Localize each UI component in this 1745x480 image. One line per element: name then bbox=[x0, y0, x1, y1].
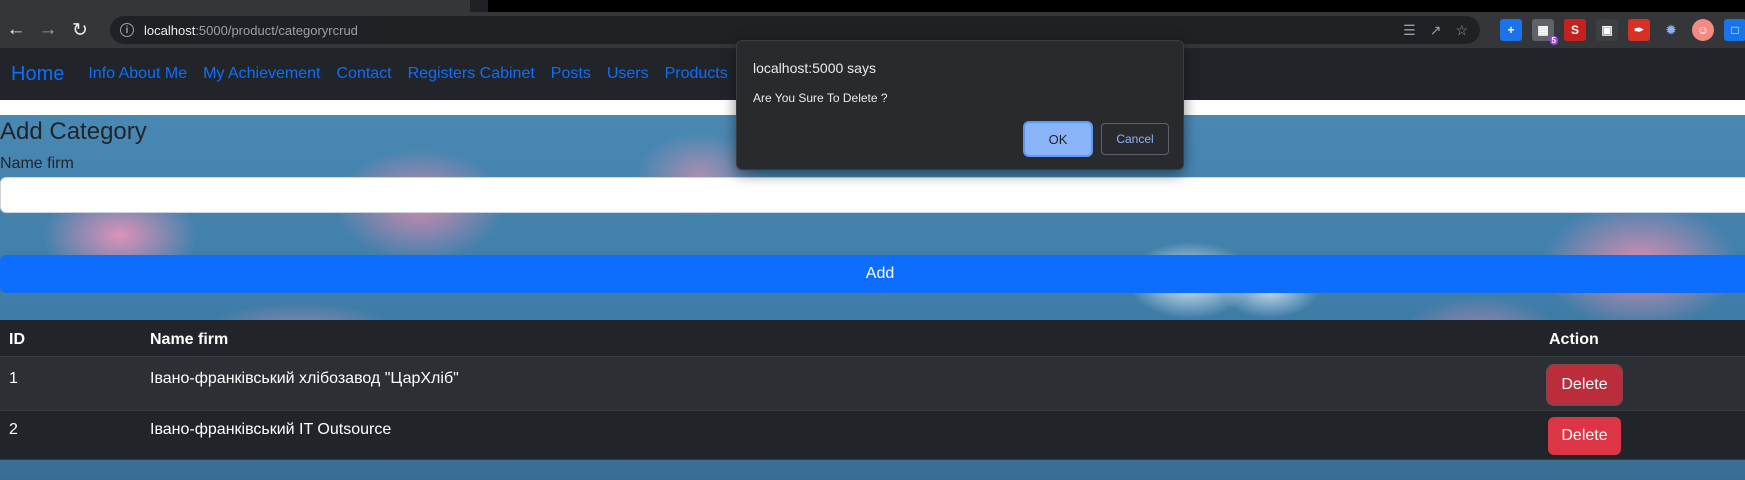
tab-strip bbox=[0, 0, 1745, 12]
extension-avatar-icon[interactable]: ☺ bbox=[1692, 19, 1714, 41]
nav-link-products[interactable]: Products bbox=[665, 65, 728, 83]
table-header-row: ID Name firm Action bbox=[0, 320, 1745, 357]
extension-s-icon[interactable]: S bbox=[1564, 19, 1586, 41]
share-icon[interactable]: ↗ bbox=[1430, 22, 1442, 39]
category-table: ID Name firm Action 1 Івано-франківський… bbox=[0, 320, 1745, 460]
page-title: Add Category bbox=[0, 118, 147, 145]
delete-button[interactable]: Delete bbox=[1548, 366, 1621, 404]
bookmark-star-icon[interactable]: ☆ bbox=[1455, 22, 1468, 39]
extension-plus-icon[interactable]: + bbox=[1500, 19, 1522, 41]
row-name-firm: Івано-франківський IT Outsource bbox=[150, 421, 392, 438]
dialog-cancel-button[interactable]: Cancel bbox=[1101, 123, 1169, 155]
nav-link-posts[interactable]: Posts bbox=[551, 65, 591, 83]
nav-link-registers-cabinet[interactable]: Registers Cabinet bbox=[408, 65, 535, 83]
nav-link-my-achievement[interactable]: My Achievement bbox=[203, 65, 320, 83]
confirm-dialog: localhost:5000 says Are You Sure To Dele… bbox=[736, 40, 1184, 170]
tab-strip-background bbox=[488, 0, 1745, 12]
extension-pen-icon[interactable]: ✒ bbox=[1628, 19, 1650, 41]
add-button[interactable]: Add bbox=[0, 255, 1745, 293]
column-header-id: ID bbox=[9, 331, 25, 348]
url-path: :5000/product/categoryrcrud bbox=[195, 22, 358, 38]
row-name-firm: Івано-франківський хлібозавод "ЦарХліб" bbox=[150, 370, 459, 387]
extension-puzzle-icon[interactable]: ▦ 5 bbox=[1532, 19, 1558, 45]
extension-gear-icon[interactable]: ✹ bbox=[1660, 19, 1682, 41]
translate-icon[interactable]: ☰ bbox=[1403, 22, 1416, 39]
active-tab[interactable] bbox=[0, 0, 470, 12]
extension-window-icon[interactable]: ▣ bbox=[1596, 19, 1618, 41]
reload-icon[interactable]: ↻ bbox=[64, 16, 96, 44]
row-id: 2 bbox=[9, 421, 18, 438]
column-header-action: Action bbox=[1549, 331, 1599, 348]
back-arrow-icon[interactable]: ← bbox=[0, 16, 32, 44]
site-info-icon[interactable]: i bbox=[120, 23, 134, 37]
nav-link-info-about-me[interactable]: Info About Me bbox=[88, 65, 187, 83]
dialog-title: localhost:5000 says bbox=[753, 60, 876, 76]
row-id: 1 bbox=[9, 370, 18, 387]
delete-button[interactable]: Delete bbox=[1548, 417, 1621, 455]
name-firm-label: Name firm bbox=[0, 155, 74, 172]
nav-brand-home[interactable]: Home bbox=[11, 63, 64, 86]
forward-arrow-icon[interactable]: → bbox=[32, 16, 64, 44]
nav-link-users[interactable]: Users bbox=[607, 65, 649, 83]
table-row: 1 Івано-франківський хлібозавод "ЦарХліб… bbox=[0, 357, 1745, 411]
dialog-ok-button[interactable]: OK bbox=[1025, 123, 1091, 155]
nav-link-contact[interactable]: Contact bbox=[336, 65, 391, 83]
extension-folder-icon[interactable]: □ bbox=[1724, 19, 1745, 41]
name-firm-input[interactable] bbox=[0, 177, 1745, 213]
extensions-area: + ▦ 5 S ▣ ✒ ✹ ☺ □ bbox=[1500, 16, 1745, 45]
dialog-message: Are You Sure To Delete ? bbox=[753, 91, 888, 105]
url-host: localhost bbox=[144, 22, 196, 38]
column-header-name-firm: Name firm bbox=[150, 331, 229, 348]
extension-badge: 5 bbox=[1549, 36, 1558, 45]
table-row: 2 Івано-франківський IT Outsource Delete bbox=[0, 411, 1745, 460]
